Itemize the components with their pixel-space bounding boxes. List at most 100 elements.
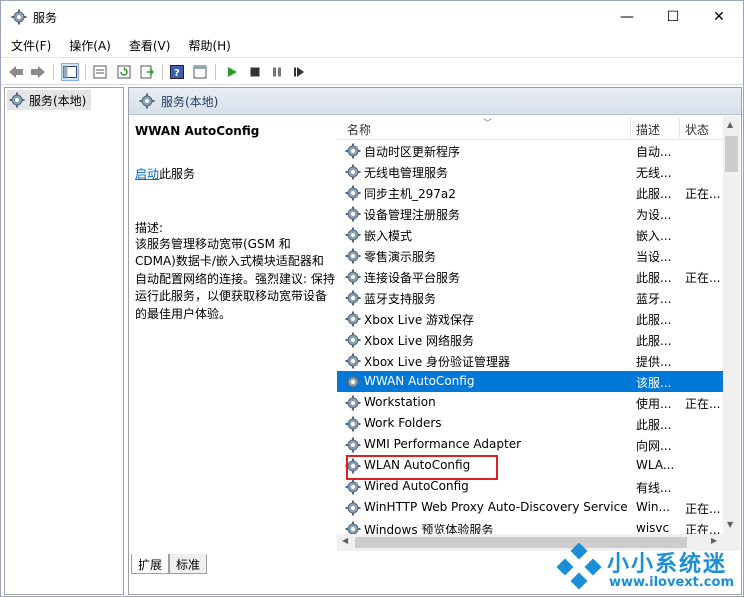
service-row[interactable]: Xbox Live 游戏保存 此服... bbox=[337, 308, 723, 329]
tab-extended[interactable]: 扩展 bbox=[131, 554, 170, 574]
watermark-logo: 小小系统迷 www.ilovext.com bbox=[553, 542, 743, 597]
toolbar-separator bbox=[53, 64, 54, 80]
service-gear-icon bbox=[345, 227, 361, 243]
service-gear-icon bbox=[345, 143, 361, 159]
column-divider[interactable] bbox=[630, 118, 631, 138]
service-name: 嵌入模式 bbox=[364, 229, 413, 243]
refresh-icon[interactable] bbox=[115, 63, 133, 81]
service-description: 此服... bbox=[636, 271, 672, 285]
export-icon[interactable] bbox=[138, 63, 156, 81]
service-name: WMI Performance Adapter bbox=[364, 437, 522, 451]
start-service-line: 启动此服务 bbox=[135, 165, 331, 182]
service-gear-icon bbox=[345, 416, 361, 432]
service-status: 正在... bbox=[685, 271, 721, 285]
service-row[interactable]: 连接设备平台服务 此服... 正在... bbox=[337, 266, 723, 287]
service-row[interactable]: Work Folders 此服... bbox=[337, 413, 723, 434]
service-gear-icon bbox=[345, 479, 361, 495]
service-row[interactable]: Xbox Live 网络服务 此服... bbox=[337, 329, 723, 350]
column-header-status[interactable]: 状态 bbox=[685, 121, 709, 138]
service-description: 此服... bbox=[636, 418, 672, 432]
scroll-left-icon[interactable]: ◀ bbox=[342, 536, 348, 545]
service-gear-icon bbox=[345, 332, 361, 348]
service-description: 嵌入... bbox=[636, 229, 672, 243]
service-row[interactable]: 设备管理注册服务 为设... bbox=[337, 203, 723, 224]
pause-icon[interactable] bbox=[268, 63, 286, 81]
stop-icon[interactable] bbox=[246, 63, 264, 81]
svg-text:?: ? bbox=[174, 68, 180, 79]
service-description: Win... bbox=[636, 500, 670, 514]
vertical-scrollbar[interactable]: ▲ ▼ bbox=[723, 116, 740, 534]
service-description: 此服... bbox=[636, 334, 672, 348]
service-row[interactable]: 无线电管理服务 无线... bbox=[337, 161, 723, 182]
service-row[interactable]: 同步主机_297a2 此服... 正在... bbox=[337, 182, 723, 203]
column-header-description[interactable]: 描述 bbox=[636, 121, 660, 138]
services-pane: 服务(本地) WWAN AutoConfig 启动此服务 描述: 该服务管理移动… bbox=[128, 87, 742, 595]
restart-icon[interactable] bbox=[290, 63, 308, 81]
menu-view[interactable]: 查看(V) bbox=[119, 35, 179, 55]
start-service-suffix: 此服务 bbox=[159, 167, 196, 181]
services-list: ﹀ 名称 描述 状态 自动时区更新程序 自动... 无线电管理服务 无线... 同步主机… bbox=[337, 116, 741, 552]
service-row[interactable]: 自动时区更新程序 自动... bbox=[337, 140, 723, 161]
service-name: WinHTTP Web Proxy Auto-Discovery Service bbox=[364, 500, 628, 514]
service-name: 零售演示服务 bbox=[364, 250, 437, 264]
service-row[interactable]: Workstation 使用... 正在... bbox=[337, 392, 723, 413]
services-window: 服务 — ☐ ✕ 文件(F) 操作(A) 查看(V) 帮助(H) ? 服务(本地… bbox=[0, 0, 744, 597]
title-bar: 服务 — ☐ ✕ bbox=[1, 1, 743, 33]
service-gear-icon bbox=[345, 374, 361, 390]
service-name: Xbox Live 游戏保存 bbox=[364, 313, 475, 327]
tab-standard[interactable]: 标准 bbox=[169, 554, 208, 574]
start-icon[interactable] bbox=[223, 63, 241, 81]
service-name: WWAN AutoConfig bbox=[364, 374, 475, 388]
service-gear-icon bbox=[345, 395, 361, 411]
column-header-name[interactable]: 名称 bbox=[347, 121, 371, 138]
back-icon[interactable] bbox=[7, 63, 25, 81]
forward-icon[interactable] bbox=[29, 63, 47, 81]
minimize-button[interactable]: — bbox=[604, 1, 650, 33]
service-gear-icon bbox=[345, 164, 361, 180]
column-divider[interactable] bbox=[679, 118, 680, 138]
service-description: 自动... bbox=[636, 145, 672, 159]
service-description: 该服... bbox=[636, 376, 672, 390]
help-icon[interactable]: ? bbox=[168, 63, 186, 81]
scroll-down-icon[interactable]: ▼ bbox=[727, 520, 733, 529]
service-name: Work Folders bbox=[364, 416, 442, 430]
menu-help[interactable]: 帮助(H) bbox=[178, 35, 238, 55]
service-name: 无线电管理服务 bbox=[364, 166, 449, 180]
service-gear-icon bbox=[345, 311, 361, 327]
service-row[interactable]: 零售演示服务 当设... bbox=[337, 245, 723, 266]
selected-service-name: WWAN AutoConfig bbox=[135, 124, 260, 138]
console-tree-icon[interactable] bbox=[61, 63, 79, 81]
service-row[interactable]: WinHTTP Web Proxy Auto-Discovery Service… bbox=[337, 497, 723, 518]
service-description: 有线... bbox=[636, 481, 672, 495]
tree-node-services-local[interactable]: 服务(本地) bbox=[7, 90, 91, 110]
service-status: 正在... bbox=[685, 397, 721, 411]
service-row[interactable]: 嵌入模式 嵌入... bbox=[337, 224, 723, 245]
service-row[interactable]: Xbox Live 身份验证管理器 提供... bbox=[337, 350, 723, 371]
service-name: Xbox Live 网络服务 bbox=[364, 334, 475, 348]
services-gear-icon bbox=[9, 92, 25, 108]
maximize-button[interactable]: ☐ bbox=[650, 1, 696, 33]
service-gear-icon bbox=[345, 248, 361, 264]
menu-file[interactable]: 文件(F) bbox=[1, 35, 59, 55]
close-button[interactable]: ✕ bbox=[696, 1, 742, 33]
menu-action[interactable]: 操作(A) bbox=[59, 35, 119, 55]
scroll-up-icon[interactable]: ▲ bbox=[727, 120, 733, 129]
service-gear-icon bbox=[345, 437, 361, 453]
column-header-row: ﹀ 名称 描述 状态 bbox=[337, 116, 723, 140]
service-description: WLA... bbox=[636, 458, 675, 472]
view-icon[interactable] bbox=[191, 63, 209, 81]
service-gear-icon bbox=[345, 206, 361, 222]
menu-bar: 文件(F) 操作(A) 查看(V) 帮助(H) bbox=[1, 35, 239, 55]
service-description: 蓝牙... bbox=[636, 292, 672, 306]
service-row[interactable]: WWAN AutoConfig 该服... bbox=[337, 371, 723, 392]
console-tree: 服务(本地) bbox=[4, 87, 124, 595]
services-gear-icon bbox=[11, 9, 27, 25]
properties-icon[interactable] bbox=[91, 63, 109, 81]
service-row[interactable]: 蓝牙支持服务 蓝牙... bbox=[337, 287, 723, 308]
vertical-scroll-thumb[interactable] bbox=[725, 136, 738, 172]
service-description: 提供... bbox=[636, 355, 672, 369]
service-name: 同步主机_297a2 bbox=[364, 187, 456, 201]
service-row[interactable]: WMI Performance Adapter 向网... bbox=[337, 434, 723, 455]
start-service-link[interactable]: 启动 bbox=[135, 167, 159, 181]
service-description: 为设... bbox=[636, 208, 672, 222]
